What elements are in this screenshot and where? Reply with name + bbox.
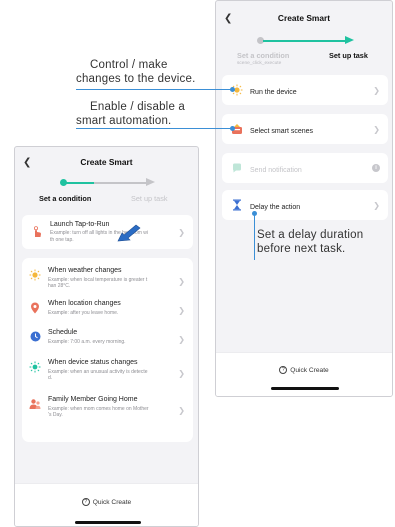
hourglass-icon <box>230 199 244 211</box>
condition-title: When weather changes <box>48 267 122 274</box>
condition-desc-2: han 28°C. <box>48 282 71 289</box>
bottom-bar: ? Quick Create <box>15 483 198 526</box>
step-label-task[interactable]: Set up task <box>329 51 368 60</box>
annotation-enable-line-1: Enable / disable a <box>90 101 186 113</box>
step-label-condition[interactable]: Set a condition <box>39 194 91 203</box>
annotation-dot-control <box>230 87 235 92</box>
chevron-right-icon: ❯ <box>373 85 380 95</box>
step-label-task[interactable]: Set up task <box>131 194 168 203</box>
chevron-right-icon: ❯ <box>178 406 185 415</box>
task-select-scenes[interactable]: Select smart scenes ❯ <box>222 114 388 144</box>
annotation-control-line-1: Control / make <box>90 59 168 71</box>
task-screen: ❮ Create Smart Set a condition scene_cli… <box>215 0 393 397</box>
home-indicator <box>271 387 339 390</box>
launch-card-title: Launch Tap-to-Run <box>50 221 110 229</box>
task-delay-action[interactable]: Delay the action ❯ <box>222 190 388 220</box>
step-progress-fill <box>66 181 94 184</box>
step-progress-line <box>263 39 345 42</box>
header: ❮ Create Smart <box>15 149 198 175</box>
back-chevron-icon[interactable]: ❮ <box>23 157 31 168</box>
condition-desc-2: d. <box>48 374 53 381</box>
back-chevron-icon[interactable]: ❮ <box>224 13 232 24</box>
condition-weather[interactable]: When weather changes Example: when local… <box>22 267 193 289</box>
hand-tap-icon <box>30 226 44 238</box>
info-badge-icon[interactable]: i <box>372 164 380 172</box>
task-label: Select smart scenes <box>250 128 314 135</box>
chevron-right-icon: ❯ <box>178 277 185 286</box>
clock-icon <box>28 331 42 342</box>
condition-schedule[interactable]: Schedule Example: 7:00 a.m. every mornin… <box>22 329 193 345</box>
task-run-device[interactable]: Run the device ❯ <box>222 75 388 105</box>
annotation-dot-delay <box>252 211 257 216</box>
condition-title: When device status changes <box>48 359 138 366</box>
sun-icon <box>28 269 42 281</box>
family-member-icon <box>28 398 42 410</box>
condition-device-status[interactable]: When device status changes Example: when… <box>22 359 193 381</box>
condition-desc-1: Example: after you leave home. <box>48 309 119 316</box>
annotation-control-line-2: changes to the device. <box>76 73 196 85</box>
device-status-icon <box>28 361 42 373</box>
stepper: Set a condition Set up task <box>15 173 198 205</box>
home-indicator <box>75 521 141 524</box>
quick-create-button[interactable]: ? Quick Create <box>15 498 198 506</box>
condition-location[interactable]: When location changes Example: after you… <box>22 300 193 316</box>
step-label-condition[interactable]: Set a condition <box>237 51 289 60</box>
condition-family-member[interactable]: Family Member Going Home Example: when m… <box>22 396 193 418</box>
step-arrow-icon <box>345 36 354 44</box>
question-circle-icon: ? <box>279 366 288 374</box>
quick-create-button[interactable]: ? Quick Create <box>216 366 392 374</box>
condition-desc-1: Example: 7:00 a.m. every morning. <box>48 338 126 345</box>
annotation-leader-control <box>76 89 233 90</box>
chevron-right-icon: ❯ <box>373 200 380 210</box>
chevron-right-icon: ❯ <box>178 306 185 315</box>
stepper: Set a condition scene_click_execute Set … <box>216 31 392 67</box>
condition-list: When weather changes Example: when local… <box>22 258 193 442</box>
condition-desc-2: 's Day. <box>48 411 63 418</box>
condition-title: When location changes <box>48 300 121 307</box>
quick-create-label: Quick Create <box>290 366 329 374</box>
annotation-delay-line-2: before next task. <box>257 243 346 255</box>
chevron-right-icon: ❯ <box>178 335 185 344</box>
annotation-dot-enable <box>230 126 235 131</box>
chevron-right-icon: ❯ <box>178 227 185 237</box>
task-label: Delay the action <box>250 204 301 211</box>
annotation-enable-line-2: smart automation. <box>76 115 172 127</box>
pointer-cursor-icon <box>117 224 141 242</box>
step-arrow-icon <box>146 178 155 186</box>
condition-screen: ❮ Create Smart Set a condition Set up ta… <box>14 146 199 527</box>
page-title: Create Smart <box>277 13 331 23</box>
launch-tap-to-run-card[interactable]: Launch Tap-to-Run Example: turn off all … <box>22 215 193 249</box>
question-circle-icon: ? <box>81 498 90 506</box>
task-label: Run the device <box>250 89 297 96</box>
header: ❮ Create Smart <box>216 5 392 31</box>
chevron-right-icon: ❯ <box>373 124 380 134</box>
condition-title: Family Member Going Home <box>48 396 138 403</box>
task-label: Send notification <box>250 167 302 174</box>
bottom-bar: ? Quick Create <box>216 352 392 396</box>
annotation-delay-line-1: Set a delay duration <box>257 229 364 241</box>
launch-card-desc-2: th one tap. <box>50 236 74 243</box>
location-pin-icon <box>28 302 42 314</box>
step-sublabel: scene_click_execute <box>237 61 282 66</box>
annotation-leader-enable <box>76 128 233 129</box>
annotation-leader-delay <box>254 213 255 260</box>
task-send-notification: Send notification i <box>222 153 388 183</box>
condition-title: Schedule <box>48 329 78 336</box>
chevron-right-icon: ❯ <box>178 369 185 378</box>
page-title: Create Smart <box>80 157 133 167</box>
notification-icon <box>230 162 244 174</box>
quick-create-label: Quick Create <box>92 498 132 506</box>
